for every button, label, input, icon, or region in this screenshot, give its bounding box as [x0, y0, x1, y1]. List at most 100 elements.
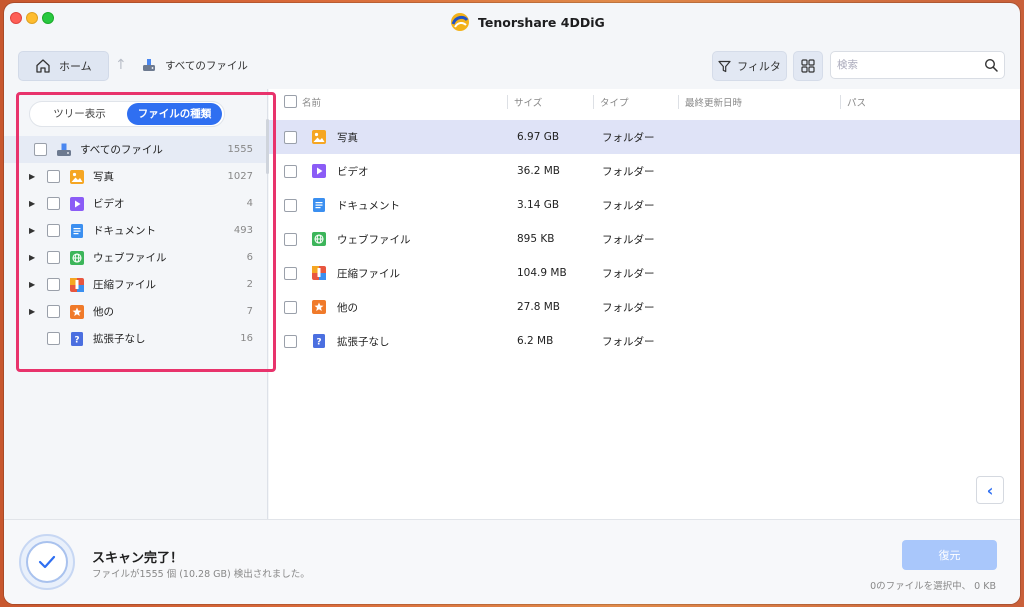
sidebar-item-no-extension[interactable]: ▶ ? 拡張子なし 16	[4, 325, 266, 352]
row-checkbox[interactable]	[284, 266, 297, 280]
tab-file-type[interactable]: ファイルの種類	[127, 103, 222, 125]
web-icon	[70, 250, 84, 265]
sidebar-item-label: 他の	[93, 306, 114, 318]
close-window-button[interactable]	[10, 12, 22, 24]
sidebar: ツリー表示 ファイルの種類 ▶ すべてのファイル 1555 ▶ 写真	[4, 89, 276, 519]
app-window: Tenorshare 4DDiG ホーム ↑ すべてのファイル フィルタ 検索 …	[4, 3, 1020, 604]
expand-triangle-icon[interactable]: ▶	[29, 199, 37, 208]
scan-complete-indicator	[19, 534, 75, 590]
other-icon	[70, 304, 84, 319]
table-row[interactable]: ドキュメント 3.14 GB フォルダー	[269, 188, 1020, 222]
grid-icon	[801, 59, 815, 73]
grid-view-button[interactable]	[793, 51, 823, 81]
document-icon	[71, 223, 83, 238]
table-row[interactable]: 写真 6.97 GB フォルダー	[269, 120, 1020, 154]
column-header-name[interactable]: 名前	[302, 89, 321, 115]
column-divider[interactable]	[840, 95, 841, 109]
column-divider[interactable]	[593, 95, 594, 109]
sidebar-item-other[interactable]: ▶ 他の 7	[4, 298, 266, 325]
status-footer: スキャン完了！ ファイルが1555 個 (10.28 GB) 検出されました。 …	[4, 519, 1020, 604]
row-checkbox[interactable]	[284, 198, 297, 212]
row-checkbox[interactable]	[284, 334, 297, 348]
sidebar-item-label: すべてのファイル	[80, 144, 163, 156]
column-divider[interactable]	[678, 95, 679, 109]
checkbox[interactable]	[47, 224, 60, 237]
column-header-modified[interactable]: 最終更新日時	[685, 89, 742, 115]
up-arrow-icon[interactable]: ↑	[115, 57, 127, 73]
expand-triangle-icon[interactable]: ▶	[29, 280, 37, 289]
minimize-window-button[interactable]	[26, 12, 38, 24]
tab-tree-view[interactable]: ツリー表示	[32, 103, 127, 125]
row-size: 895 KB	[517, 233, 555, 245]
table-row[interactable]: 他の 27.8 MB フォルダー	[269, 290, 1020, 324]
sidebar-item-count: 1027	[227, 171, 253, 182]
sidebar-item-archives[interactable]: ▶ 圧縮ファイル 2	[4, 271, 266, 298]
checkbox[interactable]	[47, 305, 60, 318]
checkbox[interactable]	[47, 332, 60, 345]
document-icon	[313, 198, 325, 212]
breadcrumb[interactable]: すべてのファイル	[141, 57, 248, 73]
checkbox[interactable]	[47, 170, 60, 183]
sidebar-item-count: 2	[246, 279, 253, 290]
row-name: ビデオ	[337, 165, 369, 178]
breadcrumb-label: すべてのファイル	[165, 59, 248, 72]
row-checkbox[interactable]	[284, 130, 297, 144]
sidebar-item-label: ドキュメント	[93, 225, 156, 237]
home-button[interactable]: ホーム	[18, 51, 109, 81]
checkbox[interactable]	[47, 278, 60, 291]
column-header-size[interactable]: サイズ	[514, 89, 542, 115]
search-input[interactable]	[837, 59, 984, 71]
column-header-type[interactable]: タイプ	[600, 89, 629, 115]
sidebar-item-web-files[interactable]: ▶ ウェブファイル 6	[4, 244, 266, 271]
sidebar-item-all-files[interactable]: ▶ すべてのファイル 1555	[4, 136, 266, 163]
row-type: フォルダー	[602, 267, 655, 280]
sidebar-item-label: 写真	[93, 171, 114, 183]
table-row[interactable]: ビデオ 36.2 MB フォルダー	[269, 154, 1020, 188]
zoom-window-button[interactable]	[42, 12, 54, 24]
expand-triangle-icon[interactable]: ▶	[29, 307, 37, 316]
row-checkbox[interactable]	[284, 232, 297, 246]
row-checkbox[interactable]	[284, 300, 297, 314]
archive-icon	[312, 266, 326, 280]
column-header-path[interactable]: パス	[847, 89, 866, 115]
row-type: フォルダー	[602, 165, 655, 178]
table-row[interactable]: ? 拡張子なし 6.2 MB フォルダー	[269, 324, 1020, 358]
row-name: ウェブファイル	[337, 233, 411, 246]
photo-icon	[70, 169, 84, 184]
filter-button[interactable]: フィルタ	[712, 51, 787, 81]
expand-triangle-icon[interactable]: ▶	[29, 253, 37, 262]
row-size: 36.2 MB	[517, 165, 560, 177]
row-name: ドキュメント	[337, 199, 400, 212]
recover-button[interactable]: 復元	[902, 540, 997, 570]
collapse-panel-button[interactable]: ‹	[976, 476, 1004, 504]
table-row[interactable]: 圧縮ファイル 104.9 MB フォルダー	[269, 256, 1020, 290]
sidebar-item-count: 6	[246, 252, 253, 263]
checkbox[interactable]	[34, 143, 47, 156]
select-all-checkbox[interactable]	[284, 95, 297, 108]
sidebar-item-videos[interactable]: ▶ ビデオ 4	[4, 190, 266, 217]
app-title: Tenorshare 4DDiG	[449, 11, 605, 33]
scan-status-title: スキャン完了！	[92, 551, 184, 566]
view-mode-switch: ツリー表示 ファイルの種類	[29, 101, 225, 127]
svg-text:?: ?	[74, 335, 79, 345]
expand-triangle-icon[interactable]: ▶	[29, 172, 37, 181]
row-type: フォルダー	[602, 301, 655, 314]
row-type: フォルダー	[602, 233, 655, 246]
filter-icon	[718, 60, 731, 72]
sidebar-item-count: 16	[240, 333, 253, 344]
sidebar-item-photos[interactable]: ▶ 写真 1027	[4, 163, 266, 190]
column-divider[interactable]	[507, 95, 508, 109]
row-checkbox[interactable]	[284, 164, 297, 178]
search-box[interactable]	[830, 51, 1005, 79]
row-name: 写真	[337, 131, 358, 144]
expand-triangle-icon[interactable]: ▶	[29, 226, 37, 235]
table-row[interactable]: ウェブファイル 895 KB フォルダー	[269, 222, 1020, 256]
sidebar-item-count: 493	[233, 225, 253, 236]
checkbox[interactable]	[47, 251, 60, 264]
sidebar-item-documents[interactable]: ▶ ドキュメント 493	[4, 217, 266, 244]
video-icon	[312, 164, 326, 178]
checkbox[interactable]	[47, 197, 60, 210]
search-icon[interactable]	[984, 58, 998, 72]
toolbar: ホーム ↑ すべてのファイル フィルタ	[4, 51, 1020, 83]
row-name: 拡張子なし	[337, 335, 390, 348]
